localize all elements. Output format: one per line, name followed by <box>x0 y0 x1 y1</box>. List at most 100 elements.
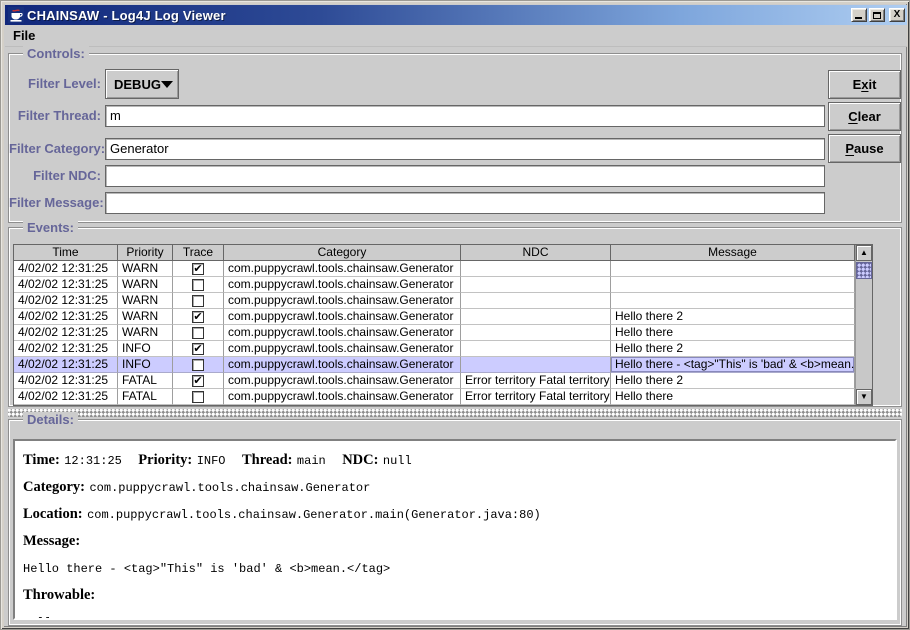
table-row[interactable]: 4/02/02 12:31:25WARNcom.puppycrawl.tools… <box>14 277 855 293</box>
cell-message <box>611 261 855 277</box>
checkbox-unchecked-icon[interactable] <box>192 295 204 307</box>
filter-thread-input[interactable]: m <box>105 105 825 127</box>
checkbox-unchecked-icon[interactable] <box>192 279 204 291</box>
table-row[interactable]: 4/02/02 12:31:25WARN✔com.puppycrawl.tool… <box>14 309 855 325</box>
cell-ndc: Error territory Fatal territory <box>461 389 611 405</box>
checkbox-unchecked-icon[interactable] <box>192 391 204 403</box>
events-panel: Events: TimePriorityTraceCategoryNDCMess… <box>8 227 902 407</box>
column-header-message[interactable]: Message <box>611 245 855 261</box>
cell-time: 4/02/02 12:31:25 <box>14 309 118 325</box>
filter-level-label: Filter Level: <box>9 69 101 99</box>
details-panel-title: Details: <box>23 412 78 427</box>
table-row[interactable]: 4/02/02 12:31:25INFO✔com.puppycrawl.tool… <box>14 341 855 357</box>
column-header-trace[interactable]: Trace <box>173 245 224 261</box>
details-thread-label: Thread: <box>242 452 293 468</box>
cell-time: 4/02/02 12:31:25 <box>14 373 118 389</box>
filter-category-input[interactable]: Generator <box>105 138 825 160</box>
trace-checkbox[interactable] <box>173 277 224 293</box>
filter-message-input[interactable] <box>105 192 825 214</box>
checkbox-checked-icon[interactable]: ✔ <box>192 375 204 387</box>
cell-ndc <box>461 357 611 373</box>
cell-category: com.puppycrawl.tools.chainsaw.Generator <box>224 325 461 341</box>
trace-checkbox[interactable]: ✔ <box>173 341 224 357</box>
details-panel: Details: Time: 12:31:25 Priority: INFO T… <box>8 419 902 626</box>
cell-time: 4/02/02 12:31:25 <box>14 389 118 405</box>
filter-ndc-input[interactable] <box>105 165 825 187</box>
cell-time: 4/02/02 12:31:25 <box>14 325 118 341</box>
trace-checkbox[interactable]: ✔ <box>173 261 224 277</box>
details-priority-label: Priority: <box>138 452 192 468</box>
checkbox-checked-icon[interactable]: ✔ <box>192 343 204 355</box>
cell-priority: INFO <box>118 357 173 373</box>
trace-checkbox[interactable] <box>173 293 224 309</box>
cell-ndc <box>461 277 611 293</box>
minimize-icon <box>855 17 862 19</box>
split-divider[interactable] <box>8 409 902 417</box>
table-row[interactable]: 4/02/02 12:31:25FATAL✔com.puppycrawl.too… <box>14 373 855 389</box>
checkbox-unchecked-icon[interactable] <box>192 359 204 371</box>
cell-message: Hello there - <tag>"This" is 'bad' & <b>… <box>611 357 855 373</box>
close-button[interactable]: X <box>889 8 905 22</box>
details-message-label: Message: <box>23 533 80 549</box>
column-header-time[interactable]: Time <box>14 245 118 261</box>
events-table-header: TimePriorityTraceCategoryNDCMessage <box>14 245 855 261</box>
table-row[interactable]: 4/02/02 12:31:25FATALcom.puppycrawl.tool… <box>14 389 855 405</box>
checkbox-checked-icon[interactable]: ✔ <box>192 311 204 323</box>
table-row[interactable]: 4/02/02 12:31:25WARN ✔ com.puppycrawl.tool… <box>14 261 855 277</box>
column-header-ndc[interactable]: NDC <box>461 245 611 261</box>
events-panel-title: Events: <box>23 220 78 235</box>
details-location-label: Location: <box>23 506 83 522</box>
clear-button[interactable]: Clear <box>828 102 901 131</box>
window-title: CHAINSAW - Log4J Log Viewer <box>27 8 851 23</box>
checkbox-checked-icon[interactable]: ✔ <box>192 263 204 275</box>
title-bar[interactable]: CHAINSAW - Log4J Log Viewer X <box>5 5 907 25</box>
table-row[interactable]: 4/02/02 12:31:25WARNcom.puppycrawl.tools… <box>14 293 855 309</box>
details-throwable-value-line: null <box>23 613 887 620</box>
cell-time: 4/02/02 12:31:25 <box>14 357 118 373</box>
column-header-priority[interactable]: Priority <box>118 245 173 261</box>
cell-priority: WARN <box>118 261 173 277</box>
scrollbar-thumb[interactable] <box>856 262 872 279</box>
details-throwable-label: Throwable: <box>23 587 95 603</box>
filter-level-value: DEBUG <box>114 77 161 92</box>
exit-button[interactable]: Exit <box>828 70 901 99</box>
maximize-button[interactable] <box>869 8 885 22</box>
details-summary-line: Time: 12:31:25 Priority: INFO Thread: ma… <box>23 451 887 469</box>
trace-checkbox[interactable] <box>173 325 224 341</box>
checkbox-unchecked-icon[interactable] <box>192 327 204 339</box>
cell-ndc <box>461 293 611 309</box>
cell-category: com.puppycrawl.tools.chainsaw.Generator <box>224 293 461 309</box>
trace-checkbox[interactable] <box>173 357 224 373</box>
menu-file[interactable]: File <box>5 26 43 45</box>
cell-message: Hello there <box>611 389 855 405</box>
pause-button[interactable]: Pause <box>828 134 901 163</box>
details-message-label-line: Message: <box>23 532 887 550</box>
table-row[interactable]: 4/02/02 12:31:25INFOcom.puppycrawl.tools… <box>14 357 855 373</box>
scroll-down-icon[interactable]: ▼ <box>856 389 872 405</box>
table-row[interactable]: 4/02/02 12:31:25WARN com.puppycrawl.tools… <box>14 325 855 341</box>
cell-category: com.puppycrawl.tools.chainsaw.Generator <box>224 261 461 277</box>
cell-ndc: Error territory Fatal territory <box>461 373 611 389</box>
cell-message <box>611 293 855 309</box>
details-throwable-value: null <box>23 616 52 620</box>
cell-priority: WARN <box>118 325 173 341</box>
column-header-category[interactable]: Category <box>224 245 461 261</box>
cell-category: com.puppycrawl.tools.chainsaw.Generator <box>224 277 461 293</box>
java-cup-icon <box>8 7 24 23</box>
minimize-button[interactable] <box>851 8 867 22</box>
filter-level-select[interactable]: DEBUG <box>105 69 179 99</box>
menu-bar: File <box>5 25 907 47</box>
vertical-scrollbar[interactable]: ▲ ▼ <box>855 245 872 405</box>
controls-panel: Controls: Filter Level: DEBUG Filter Thr… <box>8 53 902 223</box>
trace-checkbox[interactable]: ✔ <box>173 373 224 389</box>
scroll-up-icon[interactable]: ▲ <box>856 245 872 261</box>
details-ndc-value: null <box>383 454 412 468</box>
cell-priority: WARN <box>118 309 173 325</box>
cell-time: 4/02/02 12:31:25 <box>14 261 118 277</box>
cell-category: com.puppycrawl.tools.chainsaw.Generator <box>224 373 461 389</box>
trace-checkbox[interactable] <box>173 389 224 405</box>
cell-ndc <box>461 341 611 357</box>
cell-ndc <box>461 325 611 341</box>
trace-checkbox[interactable]: ✔ <box>173 309 224 325</box>
filter-ndc-label: Filter NDC: <box>9 165 101 187</box>
